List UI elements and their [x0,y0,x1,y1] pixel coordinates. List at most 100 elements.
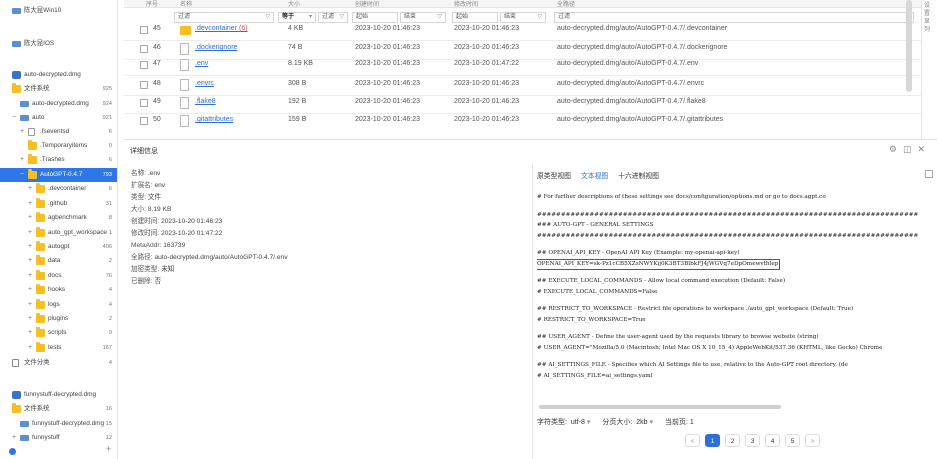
tree-item-count: 0 [108,143,112,149]
tree-item[interactable]: + hooks 4 [0,283,117,297]
close-icon[interactable]: ✕ [917,144,931,154]
tree-item[interactable]: + .devcontainer 6 [0,182,117,196]
tree-item[interactable]: + funnystuff 12 [0,431,117,445]
tree-item-count: 167 [102,345,112,351]
pagesize-select[interactable]: 2kb [636,418,653,426]
col-header-size[interactable]: 大小 [288,0,300,8]
file-name-link[interactable]: .env [195,60,208,67]
file-name-link[interactable]: .flake8 [195,98,216,105]
tree-item[interactable]: + plugins 2 [0,312,117,326]
folder-icon [12,403,21,413]
collapse-icon[interactable]: − [10,111,18,125]
tree-item-count: 793 [102,172,112,178]
row-checkbox[interactable] [140,26,148,34]
encoding-select[interactable]: utf-8 [571,418,590,426]
expand-icon[interactable]: + [26,254,34,268]
page-button[interactable]: 2 [725,434,740,447]
viewer-tab[interactable]: 十六进制视图 [618,170,659,180]
row-checkbox[interactable] [140,81,148,89]
settings-panel-edge[interactable]: 设 置 显 列 [921,0,937,140]
row-checkbox[interactable] [140,117,148,125]
expand-icon[interactable]: + [18,153,26,167]
page-button[interactable]: 1 [705,434,720,447]
page-button[interactable]: 5 [785,434,800,447]
file-name-link[interactable]: .dockerignore [195,44,237,51]
panel-toggle-icon[interactable]: ◫ [903,144,918,154]
tree-item[interactable]: 陈大昆IOS [0,37,117,51]
next-page-button[interactable]: > [805,434,820,447]
tree-item[interactable]: + .fseventsd 6 [0,125,117,139]
expand-icon[interactable]: + [26,312,34,326]
expand-icon[interactable]: + [18,125,26,139]
tree-item[interactable]: funnystuff-decrypted.dmg 15 [0,417,117,431]
file-name-link[interactable]: .devcontainer (6) [195,25,248,32]
disk-icon [20,435,29,441]
expand-icon[interactable]: + [26,226,34,240]
expand-icon[interactable]: + [26,240,34,254]
table-row[interactable]: 47 .env 8.19 KB 2023-10-20 01:46:23 2023-10… [124,55,921,76]
row-checkbox[interactable] [140,61,148,69]
text-view[interactable]: # For further descriptions of these sett… [537,192,935,402]
meta-value: 2023-10-20 01:46:23 [161,218,223,225]
expand-icon[interactable]: + [26,341,34,355]
tree-item[interactable]: + .Trashes 6 [0,153,117,167]
expand-icon[interactable]: + [26,283,34,297]
expand-icon[interactable]: + [26,326,34,340]
col-header-name[interactable]: 名称 [180,0,192,8]
tree-item[interactable]: + auto_gpt_workspace 1 [0,226,117,240]
add-icon[interactable]: + [106,444,111,454]
tree-item[interactable]: 文件系统 16 [0,402,117,416]
tree-item[interactable]: 文件系统 925 [0,82,117,96]
file-name-link[interactable]: .gitattributes [195,116,233,123]
table-row[interactable]: 45 .devcontainer (6) 4 KB 2023-10-20 01:46:… [124,20,921,41]
tree-item[interactable]: + agbenchmark 8 [0,211,117,225]
col-header-created[interactable]: 创建时间 [355,0,379,8]
expand-icon[interactable]: + [26,298,34,312]
viewer-tab[interactable]: 原类型视图 [537,170,571,180]
expand-icon[interactable]: + [26,211,34,225]
tree-item[interactable]: + logs 4 [0,298,117,312]
tree-item[interactable]: auto-decrypted.dmg [0,68,117,82]
tree-item[interactable]: − AutoGPT-0.4.7 793 [0,168,117,182]
col-header-path[interactable]: 全路径 [557,0,575,8]
tree-item[interactable]: .Temporaryitems 0 [0,139,117,153]
tree-item[interactable]: funnystuff-decrypted.dmg [0,388,117,402]
full-path: auto-decrypted.dmg/auto/AutoGPT-0.4.7/.e… [557,80,705,87]
folder-icon [36,342,45,352]
page-button[interactable]: 3 [745,434,760,447]
viewer-tab[interactable]: 文本视图 [581,170,608,180]
tree-item[interactable]: + tests 167 [0,341,117,355]
tree-item[interactable]: + data 2 [0,254,117,268]
expand-icon[interactable]: + [26,269,34,283]
table-row[interactable]: 50 .gitattributes 159 B 2023-10-20 01:46:2… [124,111,921,128]
tree-item[interactable]: 文件分类 4 [0,356,117,370]
expand-icon[interactable] [925,170,933,178]
code-text: ## EXECUTE_LOCAL_COMMANDS - Allow local … [537,278,786,284]
table-scrollbar[interactable] [906,0,912,92]
tree-item[interactable]: auto-decrypted.dmg 924 [0,97,117,111]
page-button[interactable]: 4 [765,434,780,447]
prev-page-button[interactable]: < [685,434,700,447]
file-name-link[interactable]: .envrc [195,80,214,87]
col-header-num[interactable]: 序号 [146,0,158,8]
expand-icon[interactable]: + [26,197,34,211]
tree-item-label: data [48,257,61,264]
text-view-scrollbar[interactable] [539,405,781,409]
gear-icon[interactable]: ⚙ [889,144,903,154]
col-header-modified[interactable]: 修改时间 [454,0,478,8]
tree-item[interactable]: − auto 921 [0,111,117,125]
collapse-icon[interactable]: − [18,168,26,182]
row-checkbox[interactable] [140,99,148,107]
tree-item[interactable]: + .github 31 [0,197,117,211]
tree-item[interactable]: 陈大昆Win10 [0,4,117,18]
row-checkbox[interactable] [140,45,148,53]
tree-item[interactable]: + scripts 9 [0,326,117,340]
expand-icon[interactable]: + [26,182,34,196]
meta-row: 加密类型: 未知 [131,264,531,276]
file-name-text: .devcontainer [195,25,238,32]
tree-item[interactable]: + autogpt 406 [0,240,117,254]
file-name-text: .flake8 [195,98,216,105]
expand-icon[interactable]: + [10,431,18,445]
file-size: 8.19 KB [288,60,313,67]
tree-item[interactable]: + docs 76 [0,269,117,283]
